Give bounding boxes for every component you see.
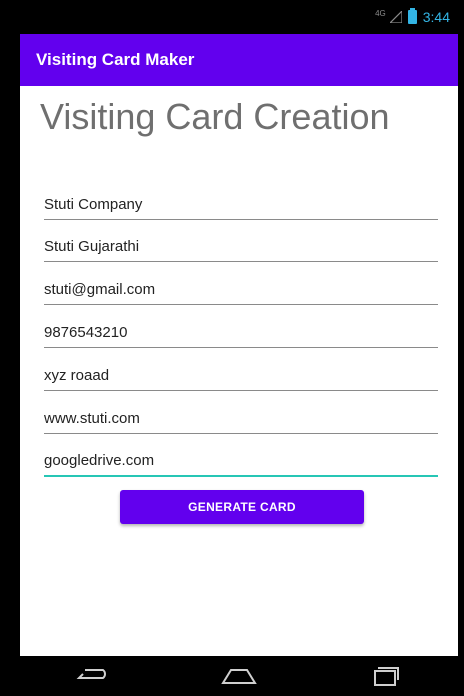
drive-link-field[interactable]: googledrive.com	[44, 437, 438, 477]
email-value: stuti@gmail.com	[44, 281, 156, 298]
phone-value: 9876543210	[44, 324, 128, 341]
website-value: www.stuti.com	[44, 410, 140, 427]
drive-link-value: googledrive.com	[44, 452, 155, 469]
phone-field[interactable]: 9876543210	[44, 308, 438, 348]
address-field[interactable]: xyz roaad	[44, 351, 438, 391]
company-name-field[interactable]: Stuti Company	[44, 180, 438, 220]
status-time: 3:44	[422, 9, 450, 25]
company-name-value: Stuti Company	[44, 196, 143, 213]
status-bar: 4G 3:44	[20, 0, 458, 34]
person-name-field[interactable]: Stuti Gujarathi	[44, 222, 438, 262]
device-frame-left	[0, 0, 20, 696]
navigation-bar	[20, 656, 458, 696]
app-bar: Visiting Card Maker	[20, 34, 458, 86]
device-frame-right	[458, 0, 464, 696]
battery-icon	[407, 8, 417, 24]
person-name-value: Stuti Gujarathi	[44, 238, 140, 255]
network-type-label: 4G	[375, 8, 386, 18]
back-icon	[76, 669, 106, 679]
recents-button[interactable]	[363, 661, 407, 691]
app-title: Visiting Card Maker	[36, 50, 195, 69]
generate-card-button[interactable]: GENERATE CARD	[120, 490, 364, 524]
back-button[interactable]	[71, 661, 115, 691]
home-icon	[221, 669, 257, 684]
page-heading: Visiting Card Creation	[40, 96, 390, 137]
address-value: xyz roaad	[44, 367, 110, 384]
email-field[interactable]: stuti@gmail.com	[44, 265, 438, 305]
home-button[interactable]	[217, 661, 261, 691]
signal-icon	[389, 11, 402, 23]
main-content: Visiting Card Creation Stuti Company Stu…	[20, 86, 458, 656]
recents-icon	[374, 667, 399, 686]
website-field[interactable]: www.stuti.com	[44, 394, 438, 434]
